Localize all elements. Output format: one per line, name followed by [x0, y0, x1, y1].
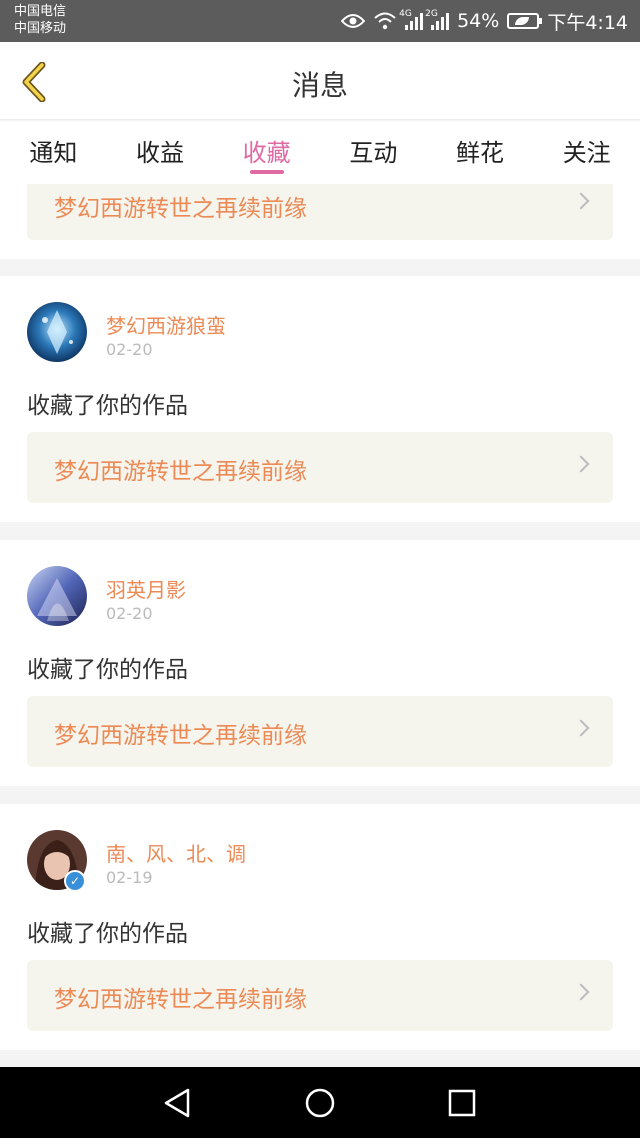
action-text: 收藏了你的作品 [27, 921, 188, 947]
message-date: 02-20 [106, 604, 153, 623]
chevron-right-icon [572, 719, 590, 737]
work-link[interactable]: 梦幻西游转世之再续前缘 [27, 184, 613, 240]
work-link[interactable]: 梦幻西游转世之再续前缘 [27, 696, 613, 767]
work-title: 梦幻西游转世之再续前缘 [54, 723, 307, 749]
tab-earnings[interactable]: 收益 [107, 121, 214, 184]
recents-square-icon[interactable] [446, 1087, 478, 1119]
page-title: 消息 [291, 69, 348, 102]
tab-label: 收益 [136, 139, 184, 167]
avatar[interactable] [27, 302, 87, 362]
battery-percent: 54% [457, 10, 500, 32]
username[interactable]: 梦幻西游狼蛮 [106, 310, 226, 339]
wifi-icon [374, 12, 396, 30]
tab-bar: 通知 收益 收藏 互动 鲜花 关注 [0, 121, 640, 184]
home-circle-icon[interactable] [304, 1087, 336, 1119]
message-list[interactable]: 梦幻西游转世之再续前缘 梦幻西游狼蛮 02-20 收藏了你的作品 梦幻西游转世之… [0, 184, 640, 1067]
message-card: 羽英月影 02-20 收藏了你的作品 梦幻西游转世之再续前缘 [0, 540, 640, 786]
message-date: 02-20 [106, 340, 153, 359]
tab-label: 通知 [29, 139, 78, 167]
eye-icon [341, 14, 366, 28]
tab-notifications[interactable]: 通知 [0, 121, 107, 184]
status-bar: 中国电信 中国移动 4G 2G 54% 下午4:14 [0, 0, 640, 42]
tab-label: 收藏 [242, 139, 291, 167]
chevron-right-icon [572, 983, 590, 1001]
tab-label: 互动 [349, 139, 398, 167]
avatar[interactable] [27, 566, 87, 626]
back-triangle-icon[interactable] [162, 1087, 194, 1119]
carrier-1: 中国电信 [14, 4, 67, 19]
carrier-2: 中国移动 [14, 21, 67, 36]
tab-flowers[interactable]: 鲜花 [427, 121, 534, 184]
app-header: 消息 [0, 42, 640, 120]
tab-label: 鲜花 [456, 139, 505, 167]
signal-4g-icon: 4G [399, 9, 424, 30]
work-link[interactable]: 梦幻西游转世之再续前缘 [27, 960, 613, 1031]
username[interactable]: 南、风、北、调 [106, 838, 246, 867]
carrier-info: 中国电信 中国移动 [14, 3, 66, 37]
chevron-right-icon [572, 192, 590, 210]
signal-2g-label: 2G [425, 9, 438, 19]
work-title: 梦幻西游转世之再续前缘 [54, 987, 307, 1013]
work-title: 梦幻西游转世之再续前缘 [54, 459, 307, 485]
signal-2g-icon: 2G [425, 9, 450, 30]
action-text: 收藏了你的作品 [27, 657, 188, 683]
clock: 下午4:14 [547, 11, 628, 34]
chevron-right-icon [572, 455, 590, 473]
tab-favorites[interactable]: 收藏 [213, 121, 320, 184]
battery-icon [507, 13, 543, 29]
system-nav-bar [0, 1067, 640, 1138]
verified-badge-icon: ✓ [64, 870, 86, 892]
message-card: ✓ 南、风、北、调 02-19 收藏了你的作品 梦幻西游转世之再续前缘 [0, 804, 640, 1050]
tab-interactions[interactable]: 互动 [320, 121, 427, 184]
message-card-partial: 梦幻西游转世之再续前缘 [0, 184, 640, 259]
action-text: 收藏了你的作品 [27, 393, 188, 419]
signal-4g-label: 4G [399, 9, 412, 19]
work-title: 梦幻西游转世之再续前缘 [54, 196, 307, 222]
username[interactable]: 羽英月影 [106, 574, 186, 603]
message-date: 02-19 [106, 868, 153, 887]
active-tab-indicator [249, 170, 284, 174]
work-link[interactable]: 梦幻西游转世之再续前缘 [27, 432, 613, 503]
tab-label: 关注 [562, 139, 611, 167]
message-card: 梦幻西游狼蛮 02-20 收藏了你的作品 梦幻西游转世之再续前缘 [0, 276, 640, 522]
status-icons: 4G 2G 54% 下午4:14 [341, 0, 628, 42]
tab-following[interactable]: 关注 [533, 121, 640, 184]
